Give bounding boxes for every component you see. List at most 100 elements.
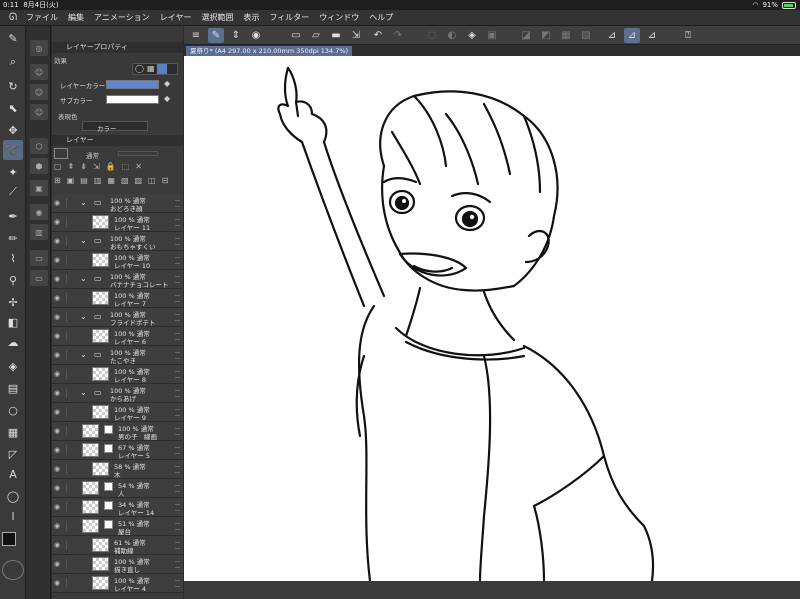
drag-handle-icon[interactable] xyxy=(175,333,180,340)
blend-mode[interactable]: 通常 xyxy=(86,150,99,160)
chevron-down-icon[interactable]: ⌄ xyxy=(80,350,92,359)
lock-toggle[interactable] xyxy=(66,217,75,227)
drag-handle-icon[interactable] xyxy=(175,390,180,397)
menu-window[interactable]: ウィンドウ xyxy=(319,12,359,23)
open-file-icon[interactable]: ▱ xyxy=(308,28,324,43)
brush-size-icon[interactable]: ✎ xyxy=(3,28,23,48)
eye-icon[interactable]: ◉ xyxy=(54,484,63,493)
effect-tone-icon[interactable]: ▦ xyxy=(147,64,155,73)
lock-toggle[interactable] xyxy=(66,255,75,265)
drag-handle-icon[interactable] xyxy=(175,371,180,378)
eraser-icon[interactable]: ◧ xyxy=(3,312,23,332)
chevron-down-icon[interactable]: ⌄ xyxy=(80,198,92,207)
eye-icon[interactable]: ◉ xyxy=(54,218,63,227)
eye-icon[interactable]: ◉ xyxy=(54,332,63,341)
layer-row[interactable]: ◉ 100 % 通常 レイヤー 7 xyxy=(52,289,183,308)
eyedropper-icon[interactable]: ⟋ xyxy=(3,182,23,202)
drag-handle-icon[interactable] xyxy=(175,219,180,226)
redo-icon[interactable]: ↷ xyxy=(390,28,406,43)
pen-icon[interactable]: ✒ xyxy=(3,206,23,226)
lasso-icon[interactable]: ➰ xyxy=(3,140,23,160)
tool-view-icon[interactable]: ◉ xyxy=(248,28,264,43)
menu-selection[interactable]: 選択範囲 xyxy=(201,12,233,23)
chevron-down-icon[interactable]: ⌄ xyxy=(80,236,92,245)
menu-help[interactable]: ヘルプ xyxy=(369,12,393,23)
menu-animation[interactable]: アニメーション xyxy=(94,12,150,23)
swap-subcolor-icon[interactable]: ◆ xyxy=(164,94,170,103)
layer-row[interactable]: ◉ 100 % 通常 男の子 線画 xyxy=(52,422,183,441)
drag-handle-icon[interactable] xyxy=(175,409,180,416)
menu-icon[interactable]: ≡ xyxy=(188,28,204,43)
drag-handle-icon[interactable] xyxy=(175,523,180,530)
snap-grid-icon[interactable]: ⊿ xyxy=(644,28,660,43)
eye-icon[interactable]: ◉ xyxy=(54,446,63,455)
drag-handle-icon[interactable] xyxy=(175,485,180,492)
layer-row[interactable]: ◉ 100 % 通常 レイヤー 4 xyxy=(52,574,183,593)
drag-handle-icon[interactable] xyxy=(175,314,180,321)
tool-arrow-icon[interactable]: ⇕ xyxy=(228,28,244,43)
lock-toggle[interactable] xyxy=(66,331,75,341)
lock-toggle[interactable] xyxy=(66,445,75,455)
fill-icon[interactable]: ◈ xyxy=(3,356,23,376)
lock-toggle[interactable] xyxy=(66,293,75,303)
lock-toggle[interactable] xyxy=(66,464,75,474)
eye-icon[interactable]: ◉ xyxy=(54,370,63,379)
drag-handle-icon[interactable] xyxy=(175,561,180,568)
app-logo-icon[interactable]: ᘏ xyxy=(0,12,26,23)
subtool-icon[interactable]: ☺ xyxy=(30,64,48,80)
lock-toggle[interactable] xyxy=(66,407,75,417)
help-icon[interactable]: ⍰ xyxy=(680,28,696,43)
eye-icon[interactable]: ◉ xyxy=(54,427,63,436)
effect-buttons[interactable]: ◯ ▦ xyxy=(132,63,178,75)
eye-icon[interactable]: ◉ xyxy=(54,541,63,550)
layer-row[interactable]: ◉ 67 % 通常 レイヤー 5 xyxy=(52,441,183,460)
chevron-down-icon[interactable]: ⌄ xyxy=(80,388,92,397)
layer-folder-row[interactable]: ◉ ⌄ ▭ 100 % 通常 おもちゃすくい xyxy=(52,232,183,251)
new-file-icon[interactable]: ▭ xyxy=(288,28,304,43)
layer-folder-row[interactable]: ◉ ⌄ ▭ 100 % 通常 フライドポテト xyxy=(52,308,183,327)
brush-icon[interactable]: ⌇ xyxy=(3,248,23,268)
lock-toggle[interactable] xyxy=(66,483,75,493)
subtool-icon[interactable]: ▭ xyxy=(30,250,48,266)
undo-icon[interactable]: ↶ xyxy=(370,28,386,43)
eye-icon[interactable]: ◉ xyxy=(54,389,63,398)
layer-blend-toggle[interactable] xyxy=(54,148,68,159)
express-color-select[interactable]: カラー xyxy=(82,121,148,133)
effect-circle-icon[interactable]: ◯ xyxy=(135,64,144,73)
lock-toggle[interactable] xyxy=(66,578,75,588)
sub-color-swatch[interactable] xyxy=(106,95,159,104)
fill-selection-icon[interactable]: ◐ xyxy=(444,28,460,43)
menu-view[interactable]: 表示 xyxy=(243,12,259,23)
eye-icon[interactable]: ◉ xyxy=(54,522,63,531)
drag-handle-icon[interactable] xyxy=(175,580,180,587)
eye-icon[interactable]: ◉ xyxy=(54,237,63,246)
layer-row[interactable]: ◉ 100 % 通常 レイヤー 11 xyxy=(52,213,183,232)
lock-toggle[interactable] xyxy=(66,521,75,531)
drag-handle-icon[interactable] xyxy=(175,466,180,473)
layer-folder-row[interactable]: ◉ ⌄ ▭ 100 % 通常 バナナチョコレート xyxy=(52,270,183,289)
layer-row[interactable]: ◉ 100 % 通常 レイヤー 10 xyxy=(52,251,183,270)
lock-toggle[interactable] xyxy=(66,369,75,379)
drag-handle-icon[interactable] xyxy=(175,542,180,549)
eye-icon[interactable]: ◉ xyxy=(54,579,63,588)
chevron-down-icon[interactable]: ⌄ xyxy=(80,312,92,321)
eye-icon[interactable]: ◉ xyxy=(54,313,63,322)
lock-toggle[interactable] xyxy=(66,274,75,284)
lock-toggle[interactable] xyxy=(66,236,75,246)
text-icon[interactable]: A xyxy=(3,464,23,484)
subtool-icon[interactable]: ⬢ xyxy=(30,158,48,174)
save-icon[interactable]: ▬ xyxy=(328,28,344,43)
drag-handle-icon[interactable] xyxy=(175,352,180,359)
correct-line-icon[interactable]: ⅼ xyxy=(3,506,23,526)
transform-icon[interactable]: ◈ xyxy=(464,28,480,43)
zoom-icon[interactable]: ⌕ xyxy=(3,52,23,72)
blend-icon[interactable]: ☁ xyxy=(3,332,23,352)
opacity-slider[interactable] xyxy=(118,151,158,156)
subtool-icon[interactable]: ▣ xyxy=(30,180,48,196)
shrink-selection-icon[interactable]: ▧ xyxy=(578,28,594,43)
layer-color-swatch[interactable] xyxy=(106,80,159,89)
lock-toggle[interactable] xyxy=(66,312,75,322)
drag-handle-icon[interactable] xyxy=(175,238,180,245)
main-color-swatch[interactable] xyxy=(2,532,16,546)
subtool-icon[interactable]: ▥ xyxy=(30,224,48,240)
